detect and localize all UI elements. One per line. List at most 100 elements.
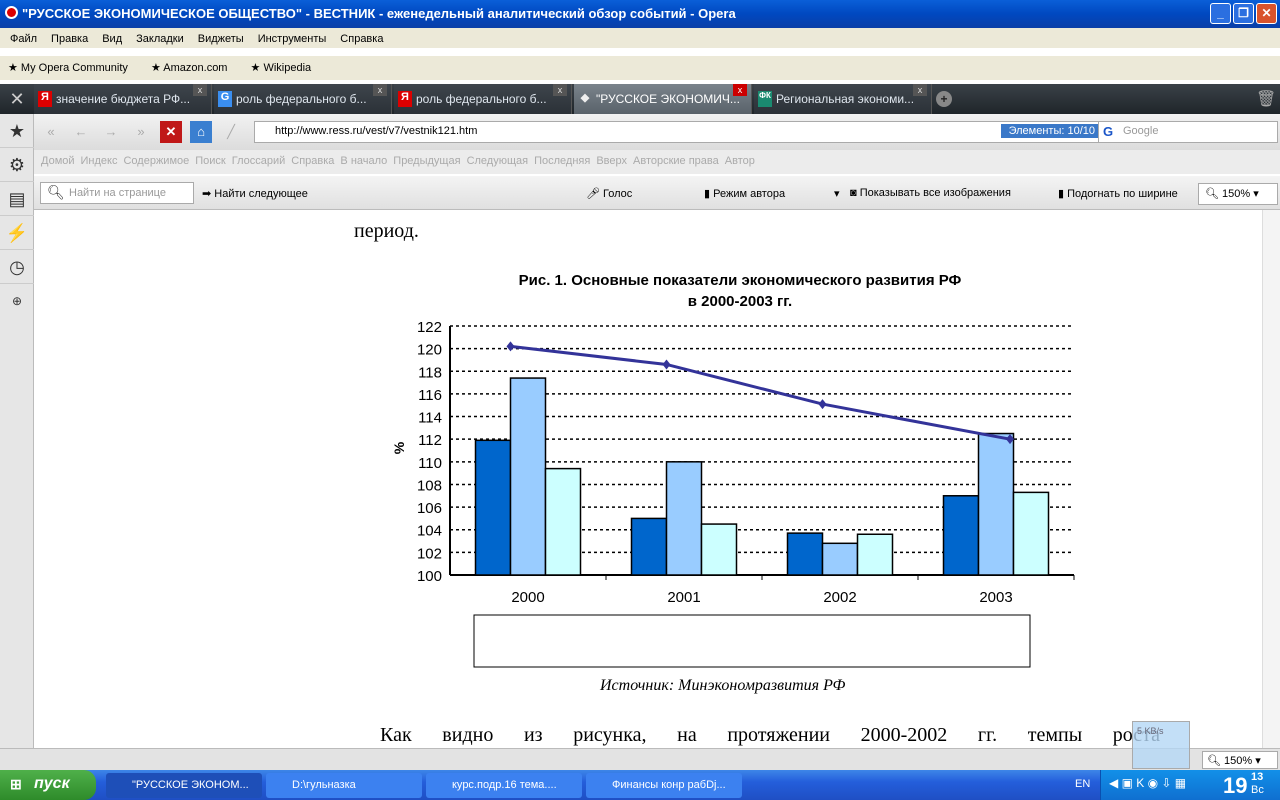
tab-label: значение бюджета РФ...: [56, 92, 191, 106]
tab-bar: ✕ Язначение бюджета РФ... x Gроль федерал…: [0, 84, 1280, 114]
menu-help[interactable]: Справка: [340, 33, 383, 45]
home-icon[interactable]: ⌂: [190, 121, 212, 143]
transfer-widget[interactable]: 5 KB/s: [1132, 721, 1190, 769]
find-next-label: Найти следующее: [214, 188, 308, 200]
tab-5[interactable]: ФК Региональная экономи... x: [754, 84, 932, 114]
nav-link-contents[interactable]: Содержимое: [123, 155, 189, 167]
close-tab-icon[interactable]: x: [553, 84, 567, 96]
menu-edit[interactable]: Правка: [51, 33, 88, 45]
language-indicator[interactable]: EN: [1075, 778, 1090, 790]
menu-tools[interactable]: Инструменты: [258, 33, 327, 45]
vertical-scrollbar[interactable]: [1262, 210, 1280, 748]
nav-link-previous[interactable]: Предыдущая: [393, 155, 460, 167]
nav-link-last[interactable]: Последняя: [534, 155, 590, 167]
fit-width-button[interactable]: ▮ Подогнать по ширине: [1058, 187, 1178, 200]
y-tick-label: 114: [418, 410, 442, 427]
trash-icon[interactable]: 🗑: [1256, 89, 1276, 109]
rewind-icon[interactable]: «: [40, 121, 62, 143]
yandex-icon: Я: [38, 91, 52, 107]
nav-link-help[interactable]: Справка: [291, 155, 334, 167]
tab-3[interactable]: Яроль федерального б... x: [394, 84, 572, 114]
transfers-icon[interactable]: ⚡: [0, 216, 34, 250]
nav-link-up[interactable]: Вверх: [596, 155, 627, 167]
bookmark-label: Wikipedia: [263, 62, 312, 74]
nav-link-index[interactable]: Индекс: [81, 155, 118, 167]
bar-2001-0: [630, 517, 668, 576]
voice-button[interactable]: 🎤︎ Голос: [586, 187, 632, 200]
task-folder[interactable]: D:\гульназка: [266, 773, 422, 798]
cpi-marker-2000: [506, 341, 515, 352]
minimize-button[interactable]: _: [1210, 3, 1231, 24]
task-opera[interactable]: "РУССКОЕ ЭКОНОМ...: [106, 773, 262, 798]
status-zoom-select[interactable]: 🔍︎ 150% ▾: [1202, 751, 1278, 769]
y-tick-label: 102: [417, 545, 442, 562]
stop-icon[interactable]: ✕: [160, 121, 182, 143]
tools-icon[interactable]: ✕: [0, 84, 34, 114]
side-panel: ★ ⚙ ▤ ⚡ ◷ ⊕: [0, 114, 34, 748]
maximize-button[interactable]: ❐: [1233, 3, 1254, 24]
forward-icon[interactable]: →: [100, 121, 122, 143]
add-panel-icon[interactable]: ⊕: [0, 284, 34, 318]
fast-forward-icon[interactable]: »: [130, 121, 152, 143]
nav-link-home[interactable]: Домой: [41, 155, 75, 167]
start-button[interactable]: ⊞ пуск: [0, 770, 96, 800]
find-input[interactable]: 🔍︎ Найти на странице: [40, 182, 194, 204]
show-images-button[interactable]: ◙ Показывать все изображения: [850, 187, 1011, 199]
transfer-speed: 5 KB/s: [1137, 726, 1164, 736]
tab-4-active[interactable]: ◆ "РУССКОЕ ЭКОНОМИЧ... x: [574, 84, 752, 114]
cpi-marker-2001: [662, 359, 671, 370]
author-mode-label: Режим автора: [713, 188, 786, 200]
bookmark-my-opera[interactable]: ★ My Opera Community: [8, 62, 138, 74]
menu-view[interactable]: Вид: [102, 33, 122, 45]
close-tab-icon[interactable]: x: [733, 84, 747, 96]
close-tab-icon[interactable]: x: [373, 84, 387, 96]
nav-link-next[interactable]: Следующая: [467, 155, 529, 167]
clock-day: Вс: [1251, 784, 1264, 796]
task-label: D:\гульназка: [292, 779, 356, 791]
menu-file[interactable]: Файл: [10, 33, 37, 45]
history-clock-icon[interactable]: ◷: [0, 250, 34, 284]
close-tab-icon[interactable]: x: [193, 84, 207, 96]
nav-link-author[interactable]: Автор: [725, 155, 755, 167]
nav-link-copyright[interactable]: Авторские права: [633, 155, 719, 167]
bookmark-amazon[interactable]: ★ Amazon.com: [151, 62, 238, 74]
y-tick-label: 106: [417, 500, 442, 517]
bar-2002-2: [856, 533, 894, 576]
menu-bookmarks[interactable]: Закладки: [136, 33, 184, 45]
author-mode-button[interactable]: ▮ Режим автора: [704, 187, 785, 200]
settings-gear-icon[interactable]: ⚙: [0, 148, 34, 182]
zoom-select[interactable]: 🔍︎ 150% ▾: [1198, 183, 1278, 205]
tab-label: Региональная экономи...: [776, 92, 915, 106]
tab-2[interactable]: Gроль федерального б... x: [214, 84, 392, 114]
task-label: "РУССКОЕ ЭКОНОМ...: [132, 779, 249, 791]
address-field[interactable]: http://www.ress.ru/vest/v7/vestnik121.ht…: [254, 121, 1126, 143]
task-document[interactable]: Финансы конр рабDj...: [586, 773, 742, 798]
nav-link-search[interactable]: Поиск: [195, 155, 225, 167]
nav-link-start[interactable]: В начало: [340, 155, 387, 167]
notes-panel-icon[interactable]: ▤: [0, 182, 34, 216]
close-button[interactable]: ✕: [1256, 3, 1277, 24]
menu-widgets[interactable]: Виджеты: [198, 33, 244, 45]
bookmark-wikipedia[interactable]: ★ Wikipedia: [251, 62, 322, 74]
tab-1[interactable]: Язначение бюджета РФ... x: [34, 84, 212, 114]
new-tab-button[interactable]: +: [936, 91, 952, 107]
nav-link-glossary[interactable]: Глоссарий: [232, 155, 286, 167]
edit-icon[interactable]: ╱: [220, 121, 242, 143]
bar-2000-2: [544, 467, 582, 576]
dropdown-arrow-icon[interactable]: ▾: [834, 187, 840, 200]
y-tick-label: 112: [418, 432, 442, 449]
back-icon[interactable]: ←: [70, 121, 92, 143]
task-word[interactable]: курс.подр.16 тема....: [426, 773, 582, 798]
tray-icons[interactable]: ◀ ▣ K ◉ ⇩ ▦: [1109, 776, 1186, 790]
start-label: пуск: [34, 775, 70, 792]
y-tick-label: 118: [418, 364, 442, 381]
bookmarks-panel-star-icon[interactable]: ★: [0, 114, 34, 148]
system-tray: ◀ ▣ K ◉ ⇩ ▦ 19 13 Вс: [1100, 770, 1280, 800]
find-placeholder: Найти на странице: [69, 187, 166, 199]
navigation-links-bar: Домой Индекс Содержимое Поиск Глоссарий Справ…: [34, 150, 1280, 174]
close-tab-icon[interactable]: x: [913, 84, 927, 96]
y-tick-label: 110: [418, 455, 442, 472]
search-field[interactable]: G Google: [1098, 121, 1278, 143]
status-zoom-value: 150%: [1224, 755, 1253, 767]
find-next-button[interactable]: ➡ Найти следующее: [202, 187, 308, 200]
